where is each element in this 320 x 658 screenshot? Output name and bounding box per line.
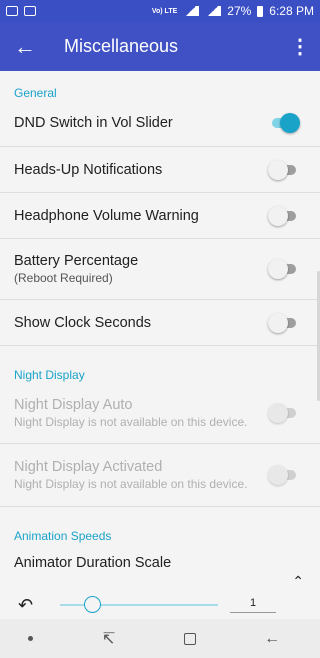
setting-label: Battery Percentage — [14, 253, 139, 269]
battery-icon — [257, 5, 264, 17]
arrow-back-icon[interactable]: ← — [0, 22, 50, 71]
setting-battery-percentage[interactable]: Battery Percentage (Reboot Required) — [0, 239, 320, 300]
night-display-auto-toggle — [268, 402, 298, 423]
section-header-night-display: Night Display — [14, 368, 85, 382]
setting-label: Night Display Auto — [14, 396, 133, 413]
setting-sublabel: Night Display is not available on this d… — [14, 477, 248, 491]
more-vert-icon[interactable]: ⋮ — [280, 22, 320, 71]
dnd-switch-toggle[interactable] — [268, 113, 300, 133]
recent-apps-icon[interactable]: ↸ — [89, 619, 129, 658]
back-icon[interactable]: ← — [252, 619, 292, 658]
section-header-general: General — [14, 86, 57, 100]
setting-heads-up[interactable]: Heads-Up Notifications — [0, 147, 320, 193]
battery-percentage-toggle[interactable] — [268, 259, 298, 279]
setting-clock-seconds[interactable]: Show Clock Seconds — [0, 300, 320, 346]
setting-label: Animator Duration Scale — [14, 555, 172, 571]
setting-label: Show Clock Seconds — [14, 314, 152, 331]
wifi-icon — [183, 6, 200, 16]
home-icon[interactable] — [184, 632, 197, 645]
chevron-up-icon[interactable]: ⌃ — [292, 573, 304, 590]
signal-icon — [205, 6, 222, 16]
setting-label: Heads-Up Notifications — [14, 161, 163, 178]
heads-up-toggle[interactable] — [268, 159, 298, 180]
setting-headphone-warning[interactable]: Headphone Volume Warning — [0, 193, 320, 239]
setting-label: DND Switch in Vol Slider — [14, 115, 173, 131]
status-bar: Vo) LTE 27% 6:28 PM — [0, 0, 320, 22]
slider-value-field[interactable]: 1 — [230, 597, 276, 613]
setting-sublabel: (Reboot Required) — [14, 271, 113, 285]
setting-label: Headphone Volume Warning — [14, 207, 199, 224]
clock: 6:28 PM — [269, 4, 314, 18]
settings-list: General DND Switch in Vol Slider Heads-U… — [0, 71, 320, 619]
slider-thumb[interactable] — [84, 596, 101, 613]
animator-duration-slider-row: ↶ 1 — [0, 591, 320, 619]
headphone-warning-toggle[interactable] — [268, 205, 298, 226]
setting-animator-duration: Animator Duration Scale — [0, 543, 320, 583]
notification-icon — [6, 6, 18, 16]
setting-sublabel: Night Display is not available on this d… — [14, 414, 248, 429]
nav-bar: ↸ ← — [0, 619, 320, 658]
setting-dnd-switch[interactable]: DND Switch in Vol Slider — [0, 100, 320, 147]
nav-dot-icon[interactable] — [27, 636, 33, 641]
clock-seconds-toggle[interactable] — [268, 312, 298, 333]
page-title: Miscellaneous — [64, 36, 179, 56]
setting-night-display-activated: Night Display Activated Night Display is… — [0, 444, 320, 507]
lte-indicator: Vo) LTE — [151, 7, 178, 15]
app-bar: ← Miscellaneous ⋮ — [0, 22, 320, 71]
battery-percent: 27% — [227, 4, 252, 18]
reset-icon[interactable]: ↶ — [18, 596, 40, 614]
setting-label: Night Display Activated — [14, 459, 163, 475]
section-header-animation: Animation Speeds — [14, 529, 112, 543]
setting-night-display-auto: Night Display Auto Night Display is not … — [0, 382, 320, 444]
night-display-activated-toggle — [268, 465, 298, 485]
image-notification-icon — [24, 6, 36, 16]
